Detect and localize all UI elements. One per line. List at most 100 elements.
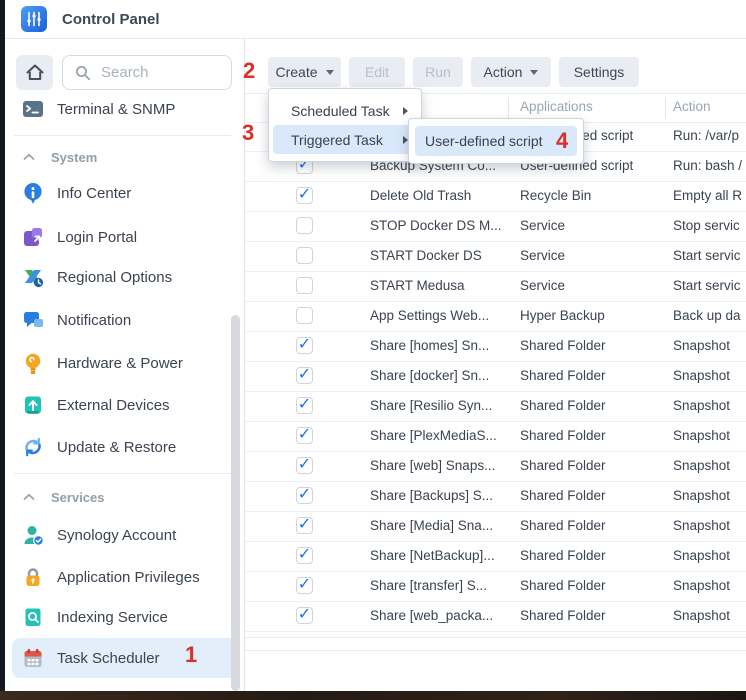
sidebar-item-hardware-power[interactable]: Hardware & Power bbox=[12, 343, 238, 383]
table-row[interactable]: ✓Share [web_packa...Shared FolderSnapsho… bbox=[245, 602, 746, 632]
sidebar-item-application-privileges[interactable]: Application Privileges bbox=[12, 557, 238, 597]
sidebar-item-regional-options[interactable]: Regional Options bbox=[12, 257, 238, 297]
annotation-1: 1 bbox=[185, 642, 197, 668]
action-cell: Start servic bbox=[673, 272, 746, 300]
table-row[interactable]: ✓ Share [web] Snaps... Shared Folder Snapsh… bbox=[245, 452, 746, 482]
task-name-cell: Share [web] Snaps... bbox=[370, 452, 495, 480]
row-enabled-checkbox[interactable]: ✓ bbox=[296, 577, 313, 594]
edit-button[interactable]: Edit bbox=[349, 57, 405, 87]
column-header-applications[interactable]: Applications bbox=[520, 99, 593, 114]
task-name-cell: Share [homes] Sn... bbox=[370, 332, 489, 360]
sidebar-item-label: Notification bbox=[57, 312, 131, 329]
table-row[interactable]: ✓Delete Old TrashRecycle BinEmpty all R bbox=[245, 182, 746, 212]
sidebar-item-update-restore[interactable]: Update & Restore bbox=[12, 427, 238, 467]
sidebar-item-label: Indexing Service bbox=[57, 609, 168, 626]
sidebar-item-notification[interactable]: Notification bbox=[12, 300, 238, 340]
application-cell: Shared Folder bbox=[520, 602, 606, 630]
row-enabled-checkbox[interactable]: ✓ bbox=[296, 607, 313, 624]
sidebar-item-external-devices[interactable]: External Devices bbox=[12, 385, 238, 425]
check-icon: ✓ bbox=[298, 336, 311, 352]
application-cell: Shared Folder bbox=[520, 452, 606, 480]
row-enabled-checkbox[interactable]: ✓ bbox=[296, 397, 313, 414]
check-icon: ✓ bbox=[298, 426, 311, 442]
action-button[interactable]: Action bbox=[471, 57, 551, 87]
application-cell: Shared Folder bbox=[520, 332, 606, 360]
sidebar-item-label: Regional Options bbox=[57, 269, 172, 286]
application-cell: Recycle Bin bbox=[520, 182, 591, 210]
sidebar-item-label: Info Center bbox=[57, 185, 131, 202]
row-enabled-checkbox[interactable]: ✓ bbox=[296, 247, 313, 264]
refresh-arrows-icon bbox=[22, 436, 44, 458]
row-enabled-checkbox[interactable]: ✓ bbox=[296, 307, 313, 324]
table-row[interactable]: ✓Share [docker] Sn...Shared FolderSnapsh… bbox=[245, 362, 746, 392]
check-icon: ✓ bbox=[298, 486, 311, 502]
menu-item-user-defined-script[interactable]: User-defined script bbox=[415, 126, 577, 156]
sidebar-section-system[interactable]: System bbox=[12, 146, 238, 168]
edit-button-label: Edit bbox=[365, 64, 389, 80]
sidebar-item-task-scheduler[interactable]: Task Scheduler bbox=[12, 638, 238, 678]
task-name-cell: App Settings Web... bbox=[370, 302, 489, 330]
sidebar-item-indexing-service[interactable]: Indexing Service bbox=[12, 597, 238, 637]
chevron-down-icon bbox=[326, 70, 334, 75]
table-row[interactable]: ✓Share [homes] Sn...Shared FolderSnapsho… bbox=[245, 332, 746, 362]
create-button-label: Create bbox=[275, 64, 317, 80]
table-row[interactable]: ✓Share [transfer] S...Shared FolderSnaps… bbox=[245, 572, 746, 602]
table-row[interactable]: ✓START Docker DSServiceStart servic bbox=[245, 242, 746, 272]
row-enabled-checkbox[interactable]: ✓ bbox=[296, 217, 313, 234]
row-enabled-checkbox[interactable]: ✓ bbox=[296, 457, 313, 474]
search-box[interactable] bbox=[62, 55, 232, 90]
table-row[interactable]: ✓STOP Docker DS M...ServiceStop servic bbox=[245, 212, 746, 242]
doc-search-icon bbox=[22, 606, 44, 628]
row-enabled-checkbox[interactable]: ✓ bbox=[296, 427, 313, 444]
chevron-up-icon bbox=[23, 493, 35, 501]
task-name-cell: Share [docker] Sn... bbox=[370, 362, 489, 390]
search-input[interactable] bbox=[99, 63, 221, 82]
control-panel-window: Control Panel Terminal & SNMP System bbox=[5, 0, 746, 692]
menu-item-triggered-task[interactable]: Triggered Task bbox=[273, 125, 417, 154]
check-icon: ✓ bbox=[298, 576, 311, 592]
title-bar: Control Panel bbox=[5, 0, 746, 39]
sidebar-item-info-center[interactable]: Info Center bbox=[12, 173, 238, 213]
sidebar-item-synology-account[interactable]: Synology Account bbox=[12, 515, 238, 555]
settings-button[interactable]: Settings bbox=[559, 57, 639, 87]
action-cell: Snapshot bbox=[673, 452, 746, 480]
terminal-icon bbox=[21, 97, 45, 121]
table-row[interactable]: ✓Share [Resilio Syn...Shared FolderSnaps… bbox=[245, 392, 746, 422]
row-enabled-checkbox[interactable]: ✓ bbox=[296, 487, 313, 504]
menu-item-label: Scheduled Task bbox=[291, 103, 390, 119]
table-row[interactable]: ✓App Settings Web...Hyper BackupBack up … bbox=[245, 302, 746, 332]
action-cell: Snapshot bbox=[673, 392, 746, 420]
chat-bubble-icon bbox=[21, 308, 45, 332]
row-enabled-checkbox[interactable]: ✓ bbox=[296, 277, 313, 294]
row-enabled-checkbox[interactable]: ✓ bbox=[296, 547, 313, 564]
sidebar-item-terminal-snmp[interactable]: Terminal & SNMP bbox=[12, 89, 238, 129]
eject-drive-icon bbox=[22, 394, 44, 416]
row-enabled-checkbox[interactable]: ✓ bbox=[296, 367, 313, 384]
row-enabled-checkbox[interactable]: ✓ bbox=[296, 517, 313, 534]
sidebar-item-login-portal[interactable]: Login Portal bbox=[12, 217, 238, 257]
info-icon bbox=[22, 182, 44, 204]
table-row[interactable]: ✓START MedusaServiceStart servic bbox=[245, 272, 746, 302]
table-row[interactable]: ✓Share [NetBackup]...Shared FolderSnapsh… bbox=[245, 542, 746, 572]
menu-item-scheduled-task[interactable]: Scheduled Task bbox=[273, 96, 417, 125]
padlock-icon bbox=[21, 565, 45, 589]
column-divider bbox=[508, 97, 509, 119]
run-button[interactable]: Run bbox=[413, 57, 463, 87]
action-cell: Snapshot bbox=[673, 422, 746, 450]
table-row[interactable]: ✓Share [Backups] S...Shared FolderSnapsh… bbox=[245, 482, 746, 512]
home-button[interactable] bbox=[16, 55, 53, 90]
row-enabled-checkbox[interactable]: ✓ bbox=[296, 337, 313, 354]
application-cell: Shared Folder bbox=[520, 572, 606, 600]
divider bbox=[245, 650, 746, 651]
row-enabled-checkbox[interactable]: ✓ bbox=[296, 187, 313, 204]
column-header-action[interactable]: Action bbox=[673, 99, 711, 114]
table-row[interactable]: ✓Share [PlexMediaS...Shared FolderSnapsh… bbox=[245, 422, 746, 452]
sidebar-section-services[interactable]: Services bbox=[12, 486, 238, 508]
sidebar: Terminal & SNMP System Info Center Login Po… bbox=[5, 39, 245, 692]
sidebar-divider bbox=[14, 135, 231, 136]
action-cell: Snapshot bbox=[673, 512, 746, 540]
create-button[interactable]: Create bbox=[268, 57, 341, 87]
login-portal-icon bbox=[21, 225, 45, 249]
table-row[interactable]: ✓Share [Media] Sna...Shared FolderSnapsh… bbox=[245, 512, 746, 542]
sidebar-scrollbar[interactable] bbox=[231, 315, 240, 691]
